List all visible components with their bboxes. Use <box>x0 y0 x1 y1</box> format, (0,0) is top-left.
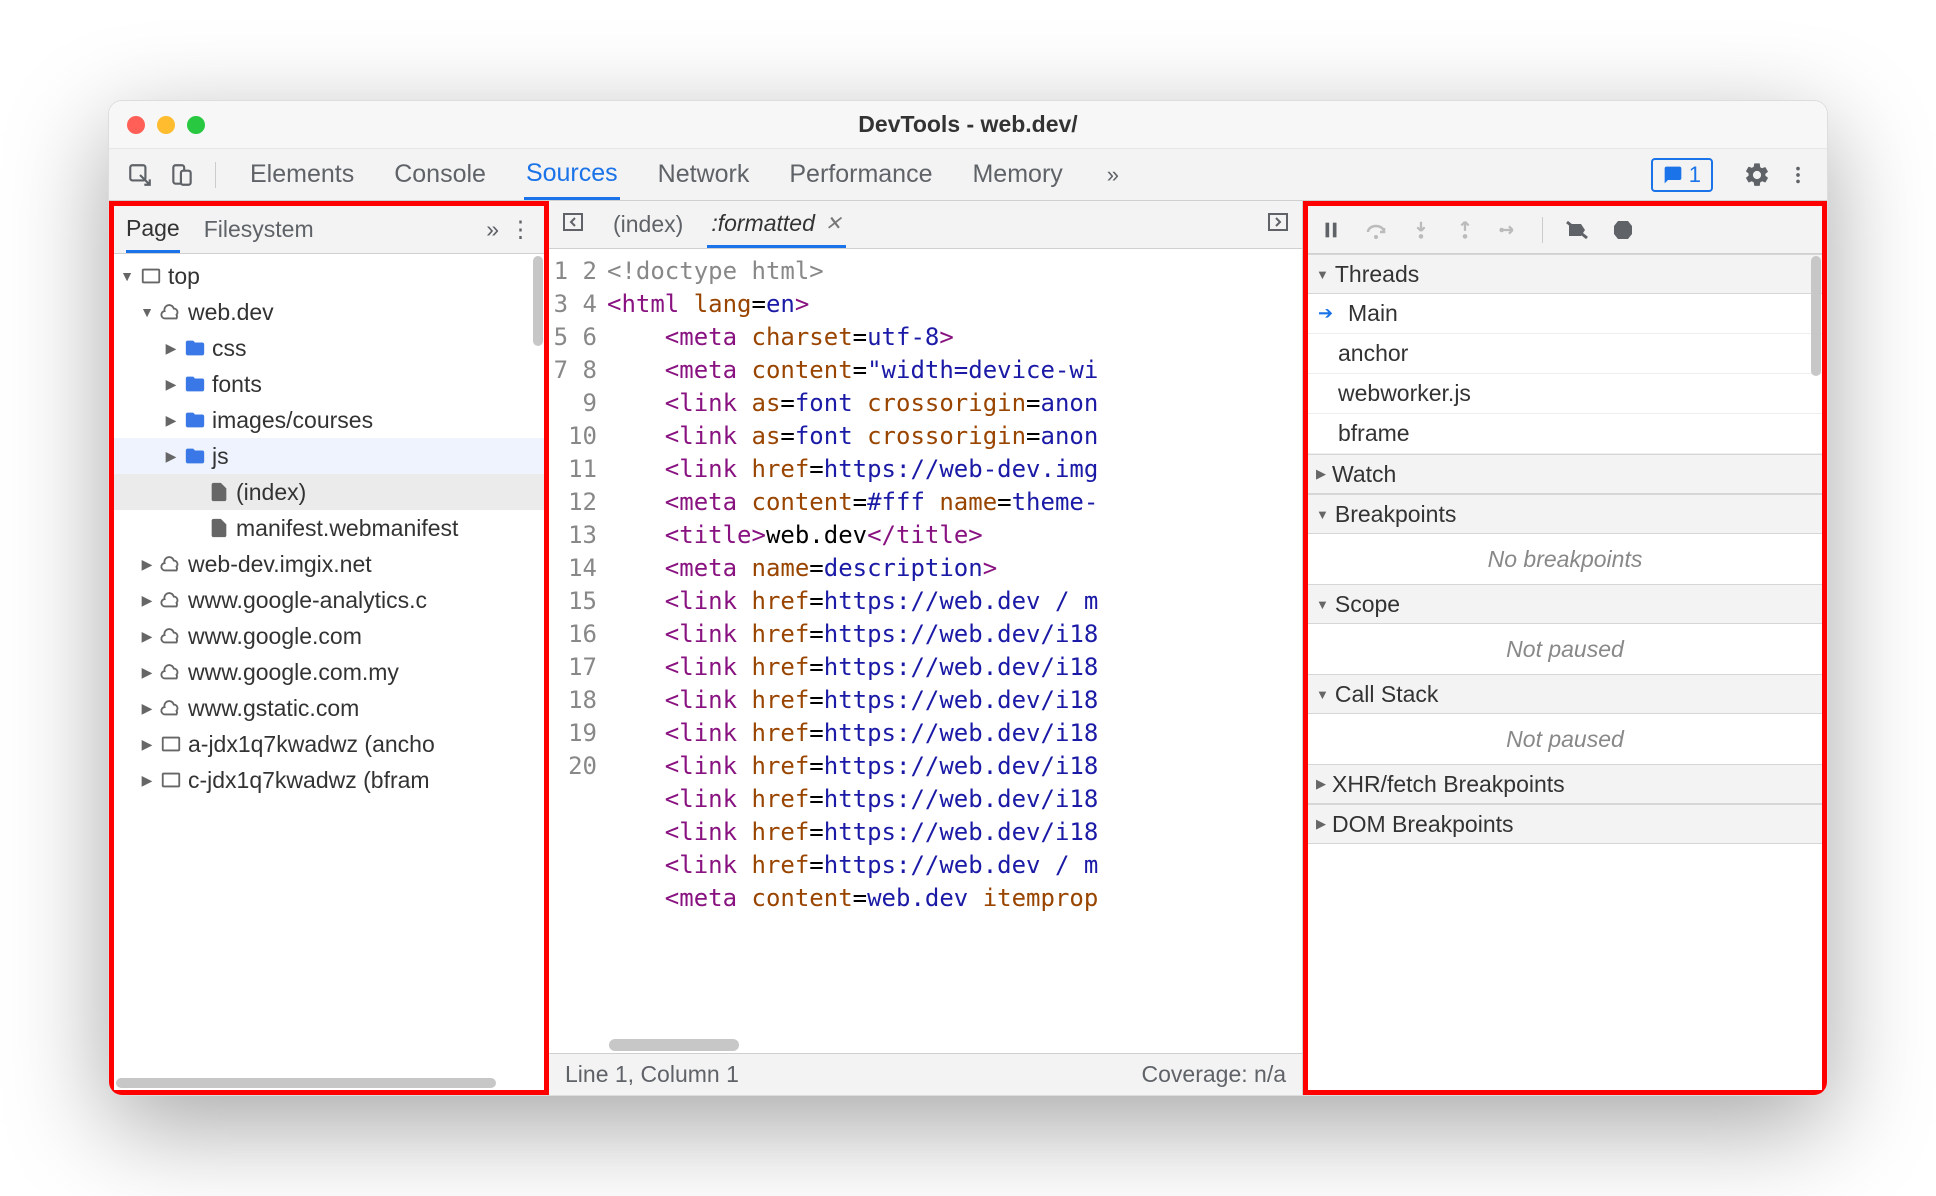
thread-webworker[interactable]: webworker.js <box>1308 374 1822 414</box>
step-into-icon[interactable] <box>1410 219 1432 241</box>
cloud-icon <box>160 301 182 323</box>
scrollbar-horizontal[interactable] <box>116 1078 496 1088</box>
tree-item-images[interactable]: images/courses <box>114 402 544 438</box>
cloud-icon <box>160 625 182 647</box>
section-breakpoints[interactable]: ▼Breakpoints <box>1308 494 1822 534</box>
close-tab-icon[interactable]: ✕ <box>825 211 842 236</box>
main-tabs: Elements Console Sources Network Perform… <box>248 149 1125 200</box>
editor-tab-index[interactable]: (index) <box>609 201 687 248</box>
section-dom[interactable]: ▶DOM Breakpoints <box>1308 804 1822 844</box>
section-watch[interactable]: ▶Watch <box>1308 454 1822 494</box>
debug-toolbar <box>1308 206 1822 254</box>
section-threads[interactable]: ▼Threads <box>1308 254 1822 294</box>
callstack-not-paused-label: Not paused <box>1308 714 1822 764</box>
tree-item-css[interactable]: css <box>114 330 544 366</box>
no-breakpoints-label: No breakpoints <box>1308 534 1822 584</box>
frame-icon <box>160 769 182 791</box>
tab-console[interactable]: Console <box>392 149 488 200</box>
more-tabs-icon[interactable]: » <box>1101 162 1125 188</box>
code-editor[interactable]: 1 2 3 4 5 6 7 8 9 10 11 12 13 14 15 16 1… <box>549 249 1302 1053</box>
folder-icon <box>184 373 206 395</box>
messages-badge[interactable]: 1 <box>1651 158 1713 192</box>
editor-scrollbar-horizontal[interactable] <box>609 1039 739 1051</box>
file-icon <box>208 481 230 503</box>
cloud-icon <box>160 697 182 719</box>
editor-tabs: (index) :formatted ✕ <box>549 201 1302 249</box>
section-scope[interactable]: ▼Scope <box>1308 584 1822 624</box>
tab-sources[interactable]: Sources <box>524 149 620 200</box>
device-toggle-icon[interactable] <box>165 158 199 192</box>
navigator-kebab-icon[interactable]: ⋮ <box>509 216 532 243</box>
step-icon[interactable] <box>1498 219 1520 241</box>
step-out-icon[interactable] <box>1454 219 1476 241</box>
main-toolbar: Elements Console Sources Network Perform… <box>109 149 1827 201</box>
tree-item-googlemy[interactable]: www.google.com.my <box>114 654 544 690</box>
scrollbar-vertical[interactable] <box>533 256 543 346</box>
file-tree: top web.dev css fonts <box>114 254 544 1090</box>
cloud-icon <box>160 589 182 611</box>
debugger-panel: ▼Threads ➔Main anchor webworker.js bfram… <box>1303 201 1827 1095</box>
titlebar: DevTools - web.dev/ <box>109 101 1827 149</box>
pause-icon[interactable] <box>1320 219 1342 241</box>
tree-item-bframe[interactable]: c-jdx1q7kwadwz (bfram <box>114 762 544 798</box>
settings-icon[interactable] <box>1739 157 1775 193</box>
folder-icon <box>184 445 206 467</box>
frame-icon <box>160 733 182 755</box>
tree-item-top[interactable]: top <box>114 258 544 294</box>
folder-icon <box>184 337 206 359</box>
code-content: <!doctype html> <html lang=en> <meta cha… <box>607 249 1302 1053</box>
section-xhr[interactable]: ▶XHR/fetch Breakpoints <box>1308 764 1822 804</box>
line-gutter: 1 2 3 4 5 6 7 8 9 10 11 12 13 14 15 16 1… <box>549 249 607 1053</box>
file-icon <box>208 517 230 539</box>
tree-item-js[interactable]: js <box>114 438 544 474</box>
navigator-tab-filesystem[interactable]: Filesystem <box>204 206 314 253</box>
inspect-element-icon[interactable] <box>123 158 157 192</box>
separator <box>215 162 216 188</box>
tab-performance[interactable]: Performance <box>787 149 934 200</box>
tab-memory[interactable]: Memory <box>970 149 1064 200</box>
tree-item-gstatic[interactable]: www.gstatic.com <box>114 690 544 726</box>
scope-not-paused-label: Not paused <box>1308 624 1822 674</box>
tree-item-anchor[interactable]: a-jdx1q7kwadwz (ancho <box>114 726 544 762</box>
thread-anchor[interactable]: anchor <box>1308 334 1822 374</box>
pause-exceptions-icon[interactable] <box>1611 218 1635 242</box>
thread-main[interactable]: ➔Main <box>1308 294 1822 334</box>
messages-count: 1 <box>1689 162 1701 188</box>
coverage-status: Coverage: n/a <box>1142 1061 1286 1088</box>
frame-icon <box>140 265 162 287</box>
tree-item-manifest[interactable]: manifest.webmanifest <box>114 510 544 546</box>
thread-bframe[interactable]: bframe <box>1308 414 1822 454</box>
step-over-icon[interactable] <box>1364 218 1388 242</box>
tree-item-webdev[interactable]: web.dev <box>114 294 544 330</box>
devtools-window: DevTools - web.dev/ Elements Console Sou… <box>108 100 1828 1096</box>
editor-tab-formatted[interactable]: :formatted ✕ <box>707 201 845 248</box>
editor-panel: (index) :formatted ✕ 1 2 3 4 5 6 7 8 9 1… <box>549 201 1303 1095</box>
tab-network[interactable]: Network <box>656 149 752 200</box>
deactivate-breakpoints-icon[interactable] <box>1565 218 1589 242</box>
cloud-icon <box>160 661 182 683</box>
next-tab-icon[interactable] <box>1262 206 1294 244</box>
editor-status-bar: Line 1, Column 1 Coverage: n/a <box>549 1053 1302 1095</box>
cursor-position: Line 1, Column 1 <box>565 1061 739 1088</box>
prev-tab-icon[interactable] <box>557 206 589 244</box>
navigator-tabs: Page Filesystem » ⋮ <box>114 206 544 254</box>
cloud-icon <box>160 553 182 575</box>
navigator-tab-page[interactable]: Page <box>126 206 180 253</box>
debugger-accordion: ▼Threads ➔Main anchor webworker.js bfram… <box>1308 254 1822 1090</box>
tree-item-index[interactable]: (index) <box>114 474 544 510</box>
debugger-scrollbar[interactable] <box>1811 256 1821 376</box>
tree-item-ga[interactable]: www.google-analytics.c <box>114 582 544 618</box>
kebab-menu-icon[interactable] <box>1783 160 1813 190</box>
navigator-panel: Page Filesystem » ⋮ top web.dev <box>109 201 549 1095</box>
tree-item-google[interactable]: www.google.com <box>114 618 544 654</box>
tree-item-fonts[interactable]: fonts <box>114 366 544 402</box>
navigator-more-icon[interactable]: » <box>486 216 499 243</box>
window-title: DevTools - web.dev/ <box>109 111 1827 138</box>
tree-item-imgix[interactable]: web-dev.imgix.net <box>114 546 544 582</box>
folder-icon <box>184 409 206 431</box>
section-callstack[interactable]: ▼Call Stack <box>1308 674 1822 714</box>
tab-elements[interactable]: Elements <box>248 149 356 200</box>
